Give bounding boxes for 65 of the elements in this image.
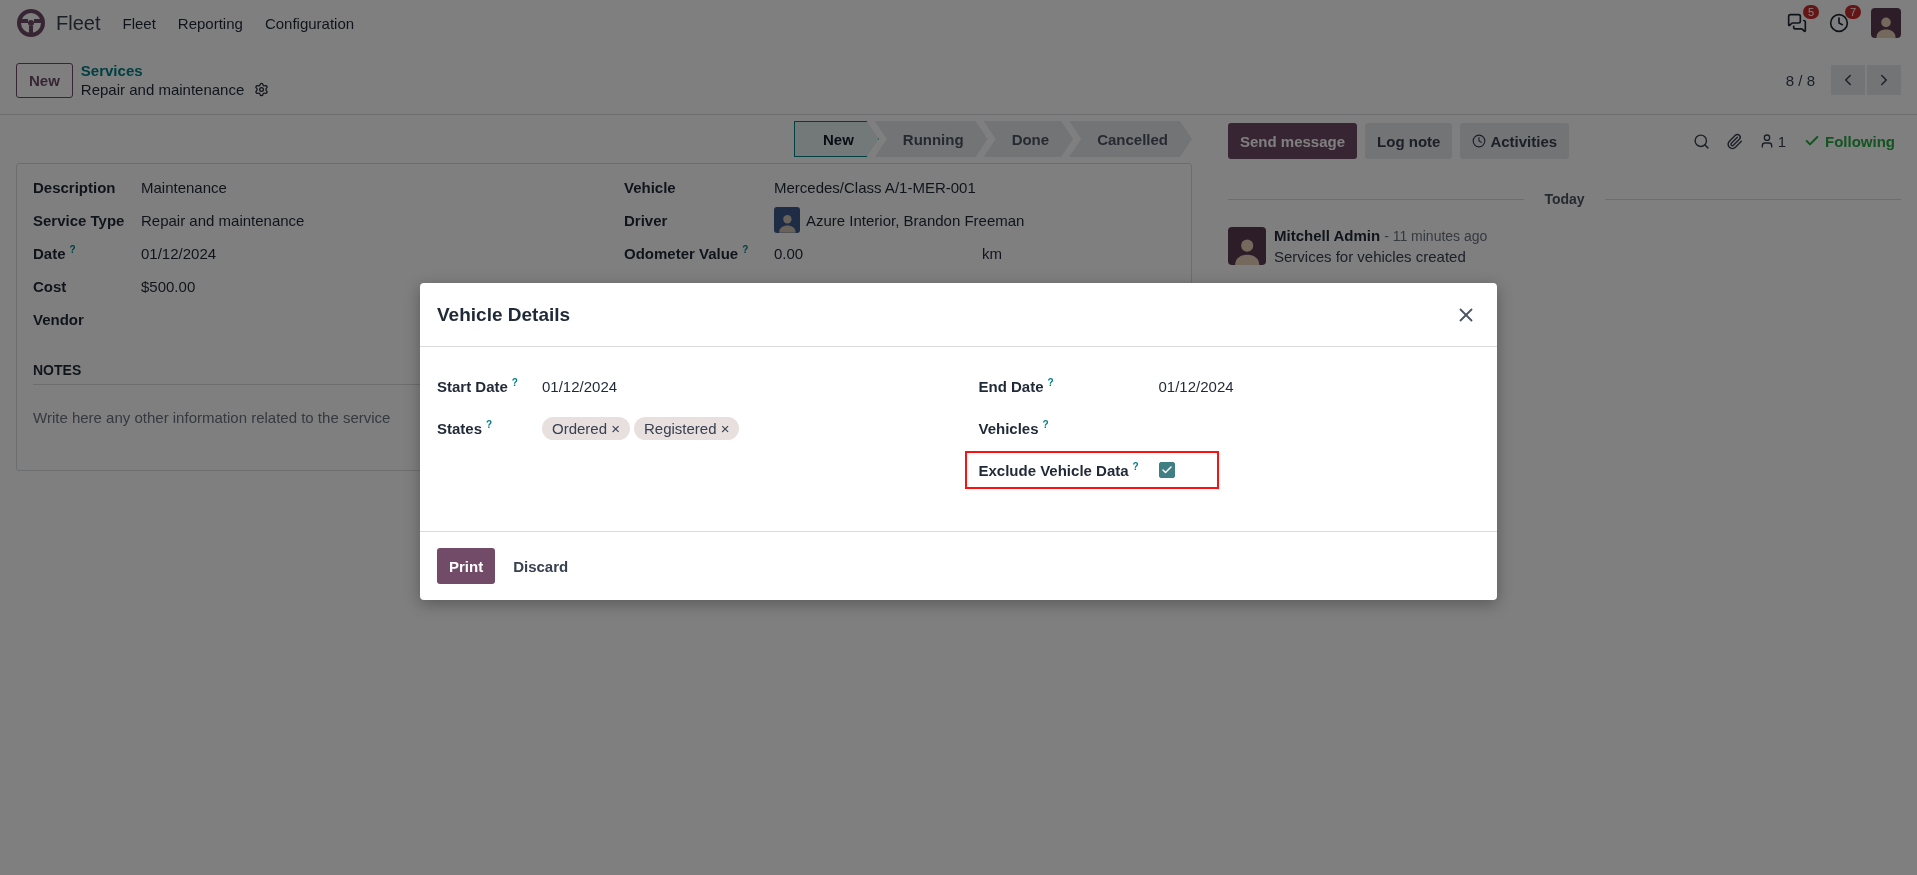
- count-badge: 5: [1802, 5, 1819, 19]
- field-value: Maintenance: [141, 178, 227, 196]
- status-stage[interactable]: New: [793, 121, 879, 157]
- author-avatar: [1228, 227, 1266, 265]
- clock-icon[interactable]: [1829, 13, 1849, 33]
- help-mark[interactable]: ?: [1042, 419, 1049, 430]
- field-value: 01/12/2024: [141, 244, 217, 262]
- date-separator: Today: [1544, 191, 1585, 207]
- user-avatar[interactable]: [1871, 8, 1901, 38]
- tag[interactable]: Ordered ×: [542, 416, 630, 440]
- field-value: Mercedes/Class A/1-MER-001: [774, 178, 976, 196]
- chat-icon[interactable]: [1787, 13, 1807, 33]
- chatter-button[interactable]: Send message: [1228, 123, 1358, 159]
- help-mark[interactable]: ?: [742, 244, 749, 255]
- field-label: Vendor: [33, 310, 85, 328]
- avatar-icon: [774, 207, 800, 233]
- status-stage[interactable]: Done: [983, 121, 1074, 157]
- unit-label: km: [982, 244, 1002, 262]
- status-stage[interactable]: Running: [874, 121, 988, 157]
- paperclip-icon: [1725, 132, 1743, 150]
- new-button[interactable]: New: [16, 62, 73, 98]
- message-time: - 11 minutes ago: [1384, 228, 1488, 244]
- breadcrumb-link[interactable]: Services: [80, 62, 270, 79]
- field-label: Odometer Value $^{?}$: [624, 244, 750, 262]
- count-badge: 7: [1844, 5, 1861, 19]
- field-label: Description: [33, 178, 117, 196]
- help-mark[interactable]: ?: [1047, 377, 1054, 388]
- field-value: 0.00: [774, 244, 805, 262]
- chatter-button[interactable]: Log note: [1365, 123, 1453, 159]
- menu-item[interactable]: Configuration: [264, 14, 355, 32]
- field-label: Exclude Vehicle Data $^{?}$: [978, 461, 1140, 479]
- field-label: Driver: [624, 211, 669, 229]
- chatter-button[interactable]: Activities: [1460, 123, 1570, 159]
- checkbox[interactable]: [1158, 462, 1175, 478]
- steering-wheel-icon[interactable]: [16, 8, 46, 38]
- field-value: Repair and maintenance: [141, 211, 305, 229]
- record-title: Repair and maintenance: [80, 81, 245, 98]
- message-text: Services for vehicles created: [1274, 248, 1467, 265]
- clock-icon: [1472, 134, 1487, 148]
- pager-text: 8 / 8: [1785, 71, 1815, 89]
- field-label: Vehicle: [624, 178, 677, 196]
- dialog-title: Vehicle Details: [437, 303, 571, 326]
- help-mark[interactable]: ?: [1132, 461, 1139, 472]
- field-value: $500.00: [141, 277, 196, 295]
- check-icon: [1160, 464, 1173, 476]
- followers-button[interactable]: 1: [1754, 132, 1790, 150]
- tag[interactable]: Registered ×: [633, 416, 740, 440]
- search-icon: [1692, 132, 1710, 150]
- menu-item[interactable]: Reporting: [177, 14, 243, 32]
- help-mark[interactable]: ?: [486, 419, 493, 430]
- field-label: States $^{?}$: [437, 419, 494, 437]
- field-value: Azure Interior, Brandon Freeman: [806, 211, 1025, 229]
- help-mark[interactable]: ?: [69, 244, 76, 255]
- help-mark[interactable]: ?: [511, 377, 518, 388]
- app-name[interactable]: Fleet: [56, 11, 101, 35]
- field-label: Date $^{?}$: [33, 244, 77, 262]
- dialog-button[interactable]: Discard: [501, 548, 581, 584]
- field-label: Service Type: [33, 211, 126, 229]
- menu-item[interactable]: Fleet: [122, 14, 156, 32]
- author-name: Mitchell Admin: [1274, 227, 1381, 244]
- field-label: Vehicles $^{?}$: [978, 419, 1050, 437]
- status-stage[interactable]: Cancelled: [1069, 121, 1192, 157]
- field-label: Cost: [33, 277, 68, 295]
- settings-icon[interactable]: [254, 82, 270, 97]
- dialog-button[interactable]: Print: [437, 548, 496, 584]
